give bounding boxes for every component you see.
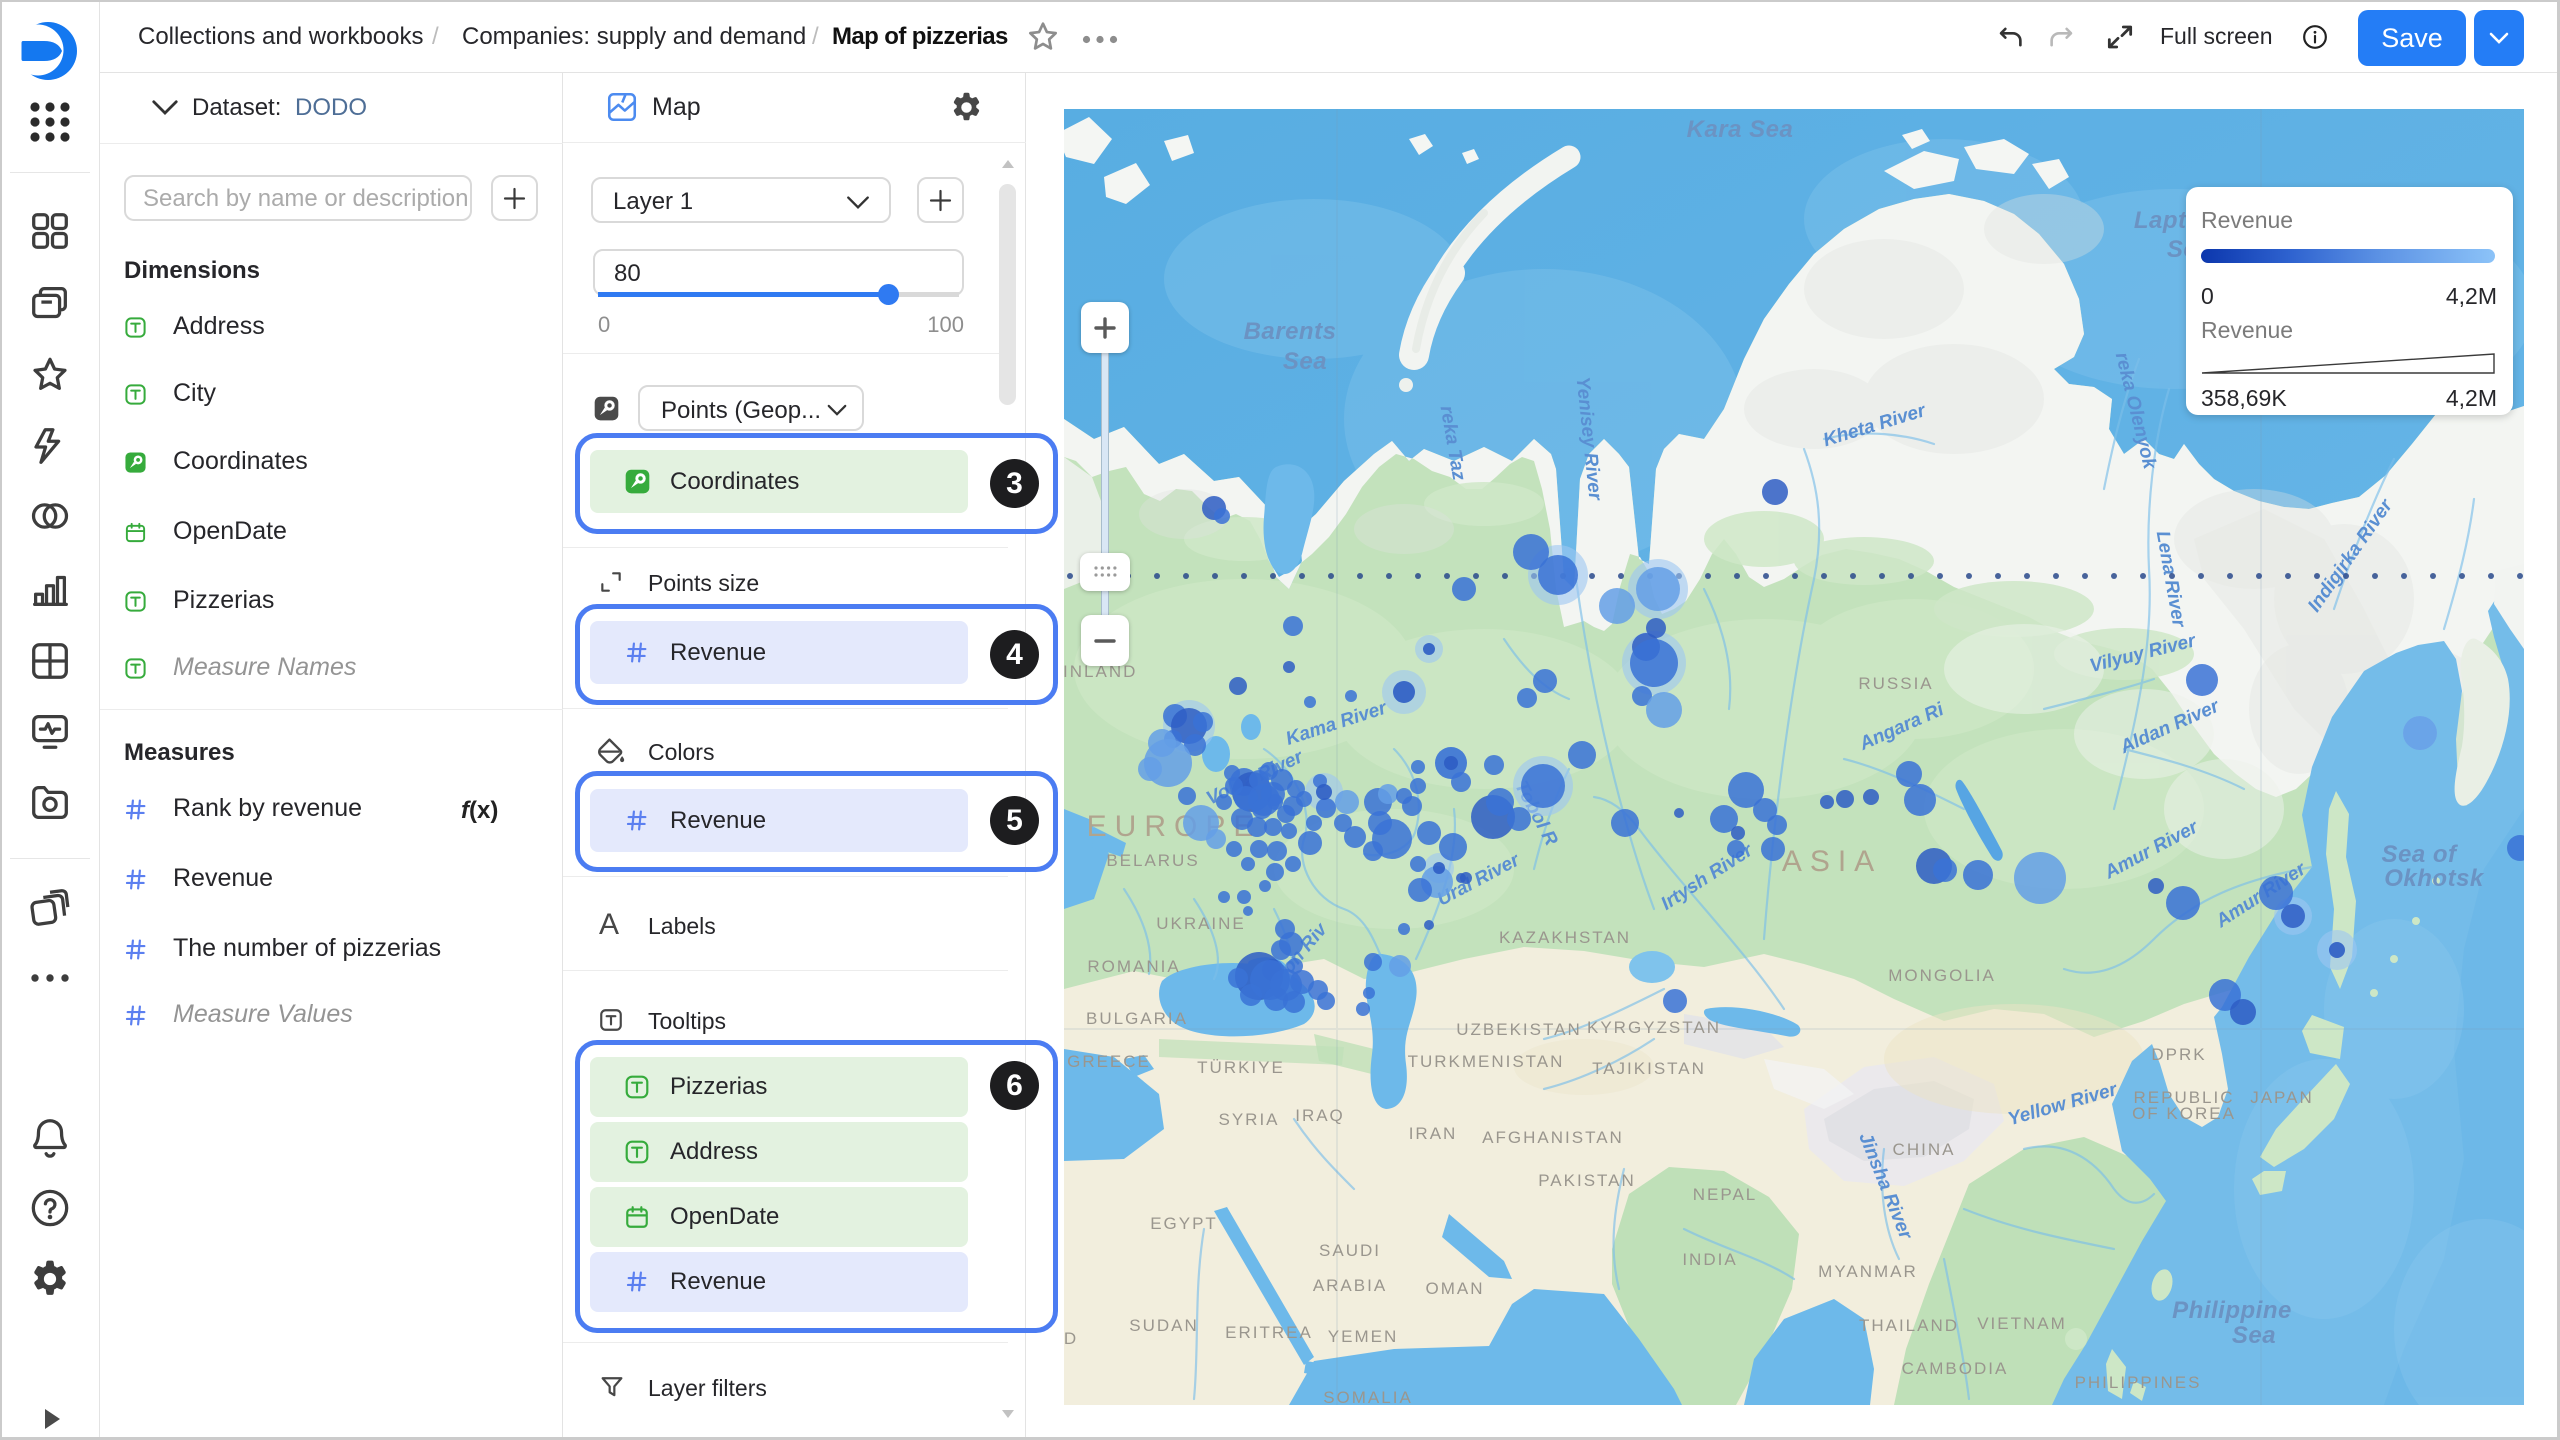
svg-text:YEMEN: YEMEN bbox=[1328, 1327, 1398, 1346]
svg-text:UZBEKISTAN: UZBEKISTAN bbox=[1456, 1020, 1581, 1039]
svg-text:SAUDI: SAUDI bbox=[1319, 1241, 1381, 1260]
svg-text:VIETNAM: VIETNAM bbox=[1977, 1314, 2067, 1333]
svg-text:OF KOREA: OF KOREA bbox=[2132, 1104, 2236, 1123]
svg-text:PHILIPPINES: PHILIPPINES bbox=[2075, 1373, 2202, 1392]
svg-text:ROMANIA: ROMANIA bbox=[1087, 957, 1180, 976]
svg-text:UKRAINE: UKRAINE bbox=[1156, 914, 1246, 933]
svg-text:ARABIA: ARABIA bbox=[1313, 1276, 1387, 1295]
svg-text:CHAD: CHAD bbox=[1064, 1329, 1078, 1348]
svg-text:ERITREA: ERITREA bbox=[1225, 1323, 1313, 1342]
svg-text:CHINA: CHINA bbox=[1893, 1140, 1956, 1159]
svg-text:Sea of: Sea of bbox=[2381, 841, 2458, 868]
svg-text:OMAN: OMAN bbox=[1426, 1279, 1485, 1298]
svg-text:SUDAN: SUDAN bbox=[1129, 1316, 1199, 1335]
svg-text:AFGHANISTAN: AFGHANISTAN bbox=[1482, 1128, 1624, 1147]
svg-text:RUSSIA: RUSSIA bbox=[1858, 674, 1933, 693]
svg-text:KAZAKHSTAN: KAZAKHSTAN bbox=[1499, 928, 1631, 947]
svg-text:BULGARIA: BULGARIA bbox=[1086, 1009, 1188, 1028]
svg-text:NEPAL: NEPAL bbox=[1693, 1185, 1758, 1204]
svg-text:IRAN: IRAN bbox=[1409, 1124, 1458, 1143]
svg-text:Barents: Barents bbox=[1244, 318, 1337, 345]
svg-text:Sea: Sea bbox=[2232, 1322, 2276, 1349]
svg-text:CAMBODIA: CAMBODIA bbox=[1902, 1359, 2009, 1378]
svg-text:PAKISTAN: PAKISTAN bbox=[1538, 1171, 1636, 1190]
svg-text:IRAQ: IRAQ bbox=[1295, 1106, 1345, 1125]
svg-text:THAILAND: THAILAND bbox=[1859, 1316, 1959, 1335]
svg-text:SOMALIA: SOMALIA bbox=[1323, 1388, 1413, 1405]
svg-text:INDIA: INDIA bbox=[1682, 1250, 1737, 1269]
svg-text:Sea: Sea bbox=[1283, 348, 1327, 375]
svg-text:Philippine: Philippine bbox=[2172, 1297, 2292, 1324]
svg-text:JAPAN: JAPAN bbox=[2250, 1088, 2314, 1107]
svg-text:BELARUS: BELARUS bbox=[1106, 851, 1199, 870]
svg-text:DPRK: DPRK bbox=[2151, 1045, 2206, 1064]
svg-text:TURKMENISTAN: TURKMENISTAN bbox=[1408, 1052, 1565, 1071]
svg-text:MONGOLIA: MONGOLIA bbox=[1888, 966, 1996, 985]
svg-text:GREECE: GREECE bbox=[1067, 1052, 1151, 1071]
svg-text:Kara Sea: Kara Sea bbox=[1687, 116, 1794, 143]
svg-text:ASIA: ASIA bbox=[1782, 845, 1882, 878]
svg-text:MYANMAR: MYANMAR bbox=[1818, 1262, 1918, 1281]
svg-text:SYRIA: SYRIA bbox=[1218, 1110, 1279, 1129]
svg-text:Okhotsk: Okhotsk bbox=[2384, 865, 2485, 892]
svg-text:EGYPT: EGYPT bbox=[1150, 1214, 1218, 1233]
svg-text:TÜRKIYE: TÜRKIYE bbox=[1197, 1058, 1285, 1077]
svg-text:KYRGYZSTAN: KYRGYZSTAN bbox=[1587, 1018, 1721, 1037]
svg-text:TAJIKISTAN: TAJIKISTAN bbox=[1592, 1059, 1706, 1078]
